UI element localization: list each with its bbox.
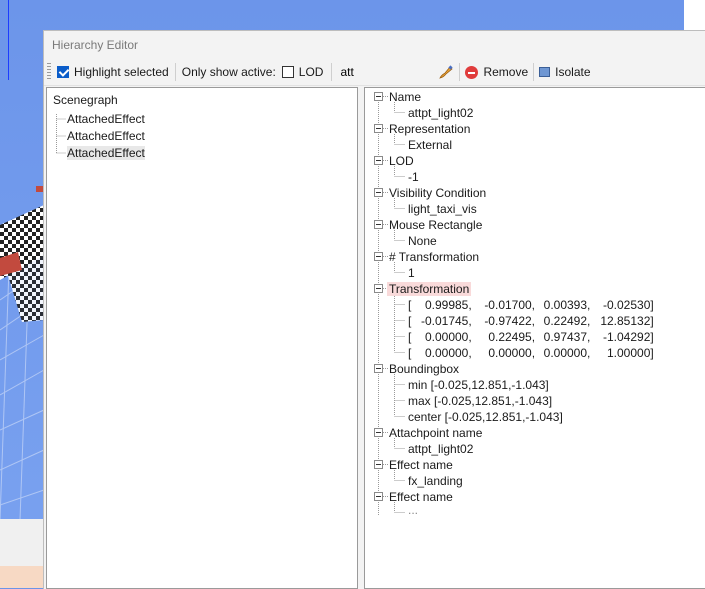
collapse-icon[interactable]: [374, 284, 383, 293]
viewport-footer: [0, 566, 44, 588]
toolbar-separator: [459, 63, 461, 81]
prop-num-transformation[interactable]: # Transformation: [389, 249, 479, 265]
prop-bbox-max[interactable]: max [-0.025,12.851,-1.043]: [408, 393, 552, 409]
prop-num-transformation-value[interactable]: 1: [408, 265, 415, 281]
prop-bbox-min[interactable]: min [-0.025,12.851,-1.043]: [408, 377, 549, 393]
prop-bbox-center[interactable]: center [-0.025,12.851,-1.043]: [408, 409, 563, 425]
prop-name-value[interactable]: attpt_light02: [408, 105, 473, 121]
prop-representation[interactable]: Representation: [389, 121, 470, 137]
prop-attachpoint-name-value[interactable]: attpt_light02: [408, 441, 473, 457]
toolbar-grip-icon[interactable]: [47, 63, 51, 81]
collapse-icon[interactable]: [374, 460, 383, 469]
viewport-axis-line: [8, 0, 9, 80]
prop-effect-name[interactable]: Effect name: [389, 489, 453, 505]
matrix-row[interactable]: [ -0.01745, -0.97422, 0.22492, 12.85132]: [408, 313, 654, 329]
toolbar: Highlight selected Only show active: LOD…: [44, 59, 705, 86]
toolbar-separator: [533, 63, 535, 81]
scenegraph-item[interactable]: AttachedEffect: [67, 112, 145, 126]
viewport-edge: [684, 0, 705, 30]
collapse-icon[interactable]: [374, 220, 383, 229]
prop-name[interactable]: Name: [389, 89, 421, 105]
filter-input[interactable]: [338, 62, 435, 82]
scenegraph-panel[interactable]: Scenegraph AttachedEffect AttachedEffect…: [46, 87, 358, 589]
isolate-button[interactable]: Isolate: [539, 65, 591, 79]
prop-representation-value[interactable]: External: [408, 137, 452, 153]
matrix-row[interactable]: [ 0.00000, 0.22495, 0.97437, -1.04292]: [408, 329, 654, 345]
scenegraph-item-selected[interactable]: AttachedEffect: [67, 146, 145, 160]
collapse-icon[interactable]: [374, 92, 383, 101]
highlight-selected-label[interactable]: Highlight selected: [74, 65, 169, 79]
viewport-status-area: [0, 519, 44, 566]
remove-button-label: Remove: [483, 65, 529, 79]
properties-panel[interactable]: Name attpt_light02 Representation Extern…: [364, 87, 705, 589]
toolbar-separator: [174, 63, 176, 81]
pane-splitter[interactable]: [359, 87, 363, 589]
prop-transformation[interactable]: Transformation: [387, 281, 472, 297]
prop-effect-name-value[interactable]: ...: [408, 502, 418, 518]
remove-button[interactable]: Remove: [465, 65, 528, 79]
prop-visibility-condition-value[interactable]: light_taxi_vis: [408, 201, 477, 217]
prop-lod[interactable]: LOD: [389, 153, 414, 169]
matrix-row[interactable]: [ 0.99985, -0.01700, 0.00393, -0.02530]: [408, 297, 654, 313]
hierarchy-editor-window: Hierarchy Editor Highlight selected Only…: [43, 30, 705, 589]
collapse-icon[interactable]: [374, 364, 383, 373]
lod-checkbox-label[interactable]: LOD: [299, 65, 324, 79]
collapse-icon[interactable]: [374, 252, 383, 261]
prop-mouse-rectangle-value[interactable]: None: [408, 233, 437, 249]
collapse-icon[interactable]: [374, 188, 383, 197]
prop-mouse-rectangle[interactable]: Mouse Rectangle: [389, 217, 482, 233]
remove-icon: [465, 65, 479, 79]
scenegraph-root[interactable]: Scenegraph: [53, 93, 118, 107]
collapse-icon[interactable]: [374, 428, 383, 437]
collapse-icon[interactable]: [374, 124, 383, 133]
toolbar-separator: [331, 63, 333, 81]
prop-lod-value[interactable]: -1: [408, 169, 419, 185]
scenegraph-item[interactable]: AttachedEffect: [67, 129, 145, 143]
highlight-brush-icon[interactable]: [438, 64, 454, 80]
only-show-active-label: Only show active:: [181, 65, 276, 79]
highlight-selected-checkbox[interactable]: [57, 66, 69, 78]
collapse-icon[interactable]: [374, 492, 383, 501]
prop-effect-name-value[interactable]: fx_landing: [408, 473, 463, 489]
prop-boundingbox[interactable]: Boundingbox: [389, 361, 459, 377]
isolate-icon: [539, 67, 551, 77]
window-title[interactable]: Hierarchy Editor: [44, 31, 705, 59]
prop-effect-name[interactable]: Effect name: [389, 457, 453, 473]
matrix-row[interactable]: [ 0.00000, 0.00000, 0.00000, 1.00000]: [408, 345, 654, 361]
prop-visibility-condition[interactable]: Visibility Condition: [389, 185, 486, 201]
lod-checkbox[interactable]: [281, 66, 294, 78]
collapse-icon[interactable]: [374, 156, 383, 165]
isolate-button-label: Isolate: [555, 65, 591, 79]
prop-attachpoint-name[interactable]: Attachpoint name: [389, 425, 482, 441]
